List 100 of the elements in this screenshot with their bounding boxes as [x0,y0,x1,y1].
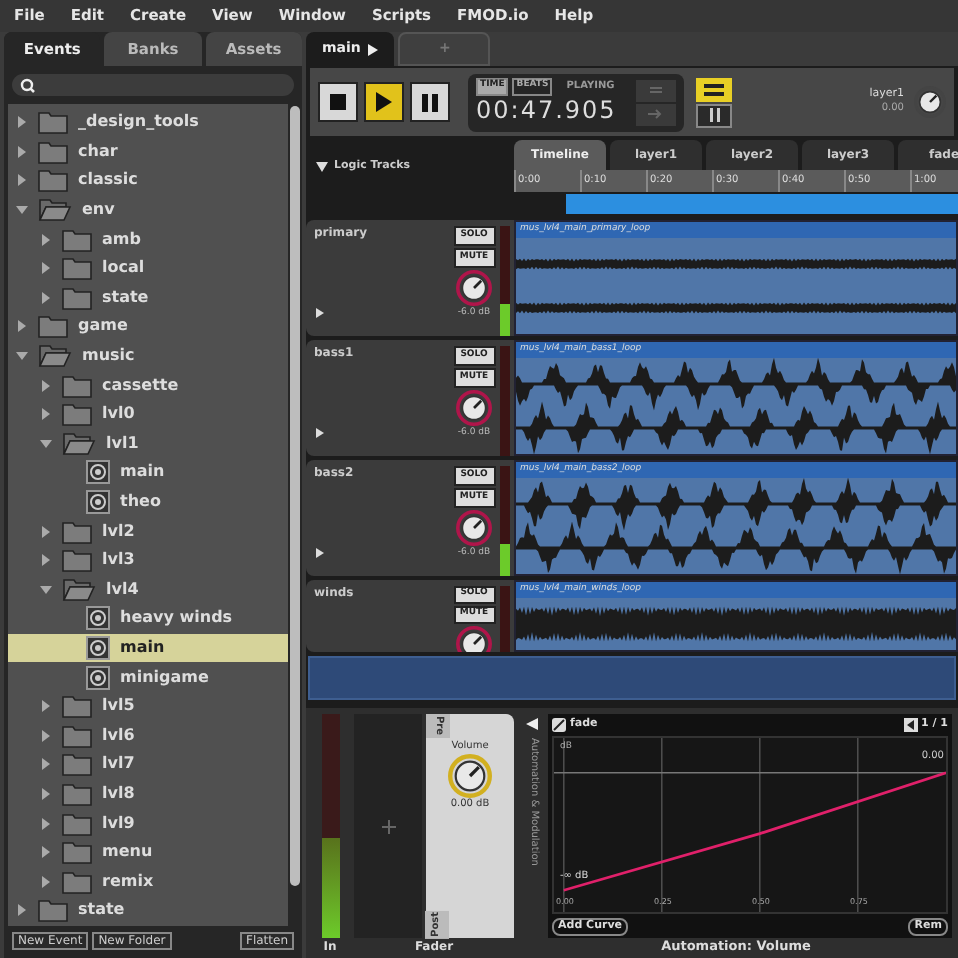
collapse-arrow-icon[interactable] [316,161,328,171]
tree-item[interactable]: theo [8,487,288,517]
folder-icon [62,285,92,310]
tree-item[interactable]: local [8,253,288,284]
tree-item[interactable]: lvl6 [8,720,288,751]
tree-item[interactable]: lvl3 [8,545,288,575]
search-field[interactable] [12,74,294,96]
expand-arrow-icon[interactable] [16,174,28,187]
pause-icon [422,93,438,111]
expand-arrow-icon[interactable] [16,904,28,917]
folder-icon [62,402,92,427]
tree-item[interactable]: main [8,458,288,488]
tree-item[interactable]: game [8,312,288,342]
collapse-arrow-icon[interactable] [526,718,538,730]
loop-button[interactable] [636,79,676,101]
knob[interactable] [448,754,492,799]
folder-icon [62,227,92,252]
previous-icon[interactable] [903,718,917,732]
tree-item[interactable]: lvl0 [8,399,288,430]
time-readout: 00:47.905 [476,95,617,126]
tree-item[interactable]: lvl5 [8,691,288,721]
expand-arrow-icon[interactable] [40,875,52,888]
play-icon [376,92,392,112]
knob[interactable] [456,510,492,546]
folder-icon [62,519,92,544]
search-icon [20,77,38,93]
open-folder-icon [62,577,96,602]
expand-arrow-icon[interactable] [40,700,52,713]
tree-item[interactable]: char [8,137,288,167]
expand-arrow-icon[interactable] [16,116,28,129]
expand-arrow-icon[interactable] [316,308,324,318]
open-folder-icon [38,198,72,223]
stop-button[interactable] [318,82,358,122]
folder-icon [38,139,68,164]
stop-icon [330,94,346,110]
expand-arrow-icon[interactable] [16,320,28,333]
expand-arrow-icon[interactable] [316,548,324,558]
tree-item[interactable]: heavy winds [8,604,288,634]
tree-item[interactable]: lvl4 [8,575,288,605]
folder-icon [62,548,92,573]
tree-item[interactable]: cassette [8,370,288,400]
folder-icon [62,781,92,806]
expand-arrow-icon[interactable] [40,233,52,246]
tree-item[interactable]: lvl8 [8,779,288,809]
add-icon [381,819,395,833]
expand-arrow-icon[interactable] [40,846,52,859]
knob[interactable] [456,390,492,426]
knob[interactable] [456,270,492,306]
list-toggle-button[interactable] [696,77,732,101]
folder-icon [62,869,92,894]
folder-icon [38,898,68,923]
speaker-icon [86,490,110,515]
folder-icon [62,694,92,719]
open-folder-icon [38,344,72,369]
tree-item[interactable]: lvl1 [8,429,288,459]
tree-item[interactable]: _design_tools [8,108,288,138]
play-icon [368,43,379,55]
knob[interactable] [914,86,946,118]
scrollbar[interactable] [290,106,300,886]
loop-icon [648,84,664,96]
knob[interactable] [456,625,492,652]
expand-arrow-icon[interactable] [40,525,52,538]
expand-arrow-icon[interactable] [40,554,52,567]
follow-button[interactable] [636,103,676,125]
expand-arrow-icon[interactable] [40,291,52,304]
speaker-icon [86,460,110,485]
expand-arrow-icon[interactable] [40,817,52,830]
tree-item[interactable]: lvl2 [8,516,288,546]
pause-button[interactable] [410,82,450,122]
tree-item[interactable]: minigame [8,662,288,692]
arrow-icon [648,108,664,120]
expand-arrow-icon[interactable] [316,428,324,438]
tree-item[interactable]: lvl7 [8,750,288,780]
tree-item[interactable]: main [8,633,288,663]
speaker-icon [86,606,110,631]
play-button[interactable] [364,82,404,122]
tree-item[interactable]: music [8,341,288,371]
expand-arrow-icon[interactable] [40,729,52,742]
tree-item[interactable]: state [8,896,288,926]
tree-item[interactable]: state [8,283,288,313]
open-folder-icon [62,431,96,456]
speaker-icon [86,665,110,690]
expand-arrow-icon[interactable] [40,787,52,800]
tree-item[interactable]: lvl9 [8,808,288,838]
tree-item[interactable]: env [8,195,288,225]
expand-arrow-icon[interactable] [40,408,52,421]
tree-item[interactable]: remix [8,866,288,897]
pause-toggle-button[interactable] [696,103,732,127]
expand-arrow-icon[interactable] [40,379,52,392]
curve-icon [552,718,566,732]
folder-icon [62,256,92,281]
tree-item[interactable]: menu [8,837,288,867]
folder-icon [62,811,92,836]
expand-arrow-icon[interactable] [40,262,52,275]
tree-item[interactable]: classic [8,166,288,196]
expand-arrow-icon[interactable] [16,145,28,158]
pause-icon [709,108,719,122]
list-icon [704,83,724,95]
expand-arrow-icon[interactable] [40,758,52,771]
tree-item[interactable]: amb [8,224,288,254]
